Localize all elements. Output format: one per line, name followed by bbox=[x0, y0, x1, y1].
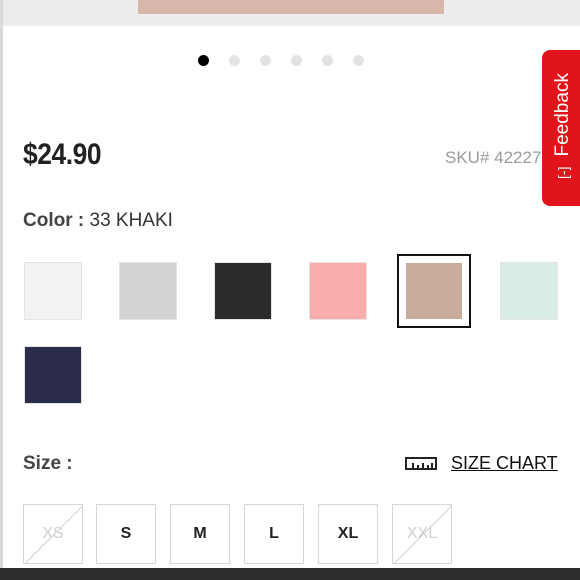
size-option-s[interactable]: S bbox=[96, 504, 156, 564]
size-option-label: XS bbox=[42, 525, 64, 542]
ruler-icon bbox=[405, 457, 437, 470]
size-option-label: XXL bbox=[406, 525, 438, 542]
swatch-khaki[interactable] bbox=[397, 254, 471, 328]
product-sku: SKU# 42227 bbox=[445, 148, 542, 167]
swatch-pink[interactable] bbox=[309, 262, 367, 320]
color-label-row: Color : 33 KHAKI bbox=[23, 210, 173, 232]
size-chart-link[interactable]: SIZE CHART bbox=[405, 453, 558, 474]
swatch-fill bbox=[310, 263, 366, 319]
carousel-dot[interactable] bbox=[229, 55, 240, 66]
carousel-indicator bbox=[198, 55, 364, 66]
size-option-label: M bbox=[193, 525, 207, 542]
left-edge bbox=[0, 0, 3, 580]
swatch-fill bbox=[25, 263, 81, 319]
swatch-mint[interactable] bbox=[500, 262, 558, 320]
size-option-xl[interactable]: XL bbox=[318, 504, 378, 564]
swatch-navy[interactable] bbox=[24, 346, 82, 404]
swatch-light-gray[interactable] bbox=[119, 262, 177, 320]
size-option-xxl[interactable]: XXL bbox=[392, 504, 452, 564]
carousel-dot[interactable] bbox=[260, 55, 271, 66]
swatch-fill bbox=[406, 263, 462, 319]
carousel-dot[interactable] bbox=[198, 55, 209, 66]
color-selected-value: 33 KHAKI bbox=[89, 210, 173, 231]
feedback-icon: [-] bbox=[555, 166, 571, 179]
product-image bbox=[138, 0, 444, 14]
feedback-label: Feedback bbox=[552, 73, 574, 157]
swatch-black[interactable] bbox=[214, 262, 272, 320]
swatch-fill bbox=[215, 263, 271, 319]
size-option-l[interactable]: L bbox=[244, 504, 304, 564]
size-chart-label: SIZE CHART bbox=[451, 453, 558, 473]
swatch-fill bbox=[501, 263, 557, 319]
product-price: $24.90 bbox=[23, 138, 102, 171]
size-option-m[interactable]: M bbox=[170, 504, 230, 564]
size-option-label: S bbox=[120, 525, 132, 542]
size-option-label: XL bbox=[337, 525, 359, 542]
feedback-button[interactable]: [-] Feedback bbox=[542, 50, 580, 206]
color-label: Color : bbox=[23, 210, 85, 231]
carousel-dot[interactable] bbox=[322, 55, 333, 66]
swatch-fill bbox=[25, 347, 81, 403]
product-image-area[interactable] bbox=[0, 0, 580, 26]
size-option-xs[interactable]: XS bbox=[23, 504, 83, 564]
carousel-dot[interactable] bbox=[353, 55, 364, 66]
bottom-bar bbox=[0, 568, 580, 580]
size-label: Size : bbox=[23, 453, 73, 474]
carousel-dot[interactable] bbox=[291, 55, 302, 66]
swatch-fill bbox=[120, 263, 176, 319]
size-option-label: L bbox=[269, 525, 279, 542]
swatch-white[interactable] bbox=[24, 262, 82, 320]
